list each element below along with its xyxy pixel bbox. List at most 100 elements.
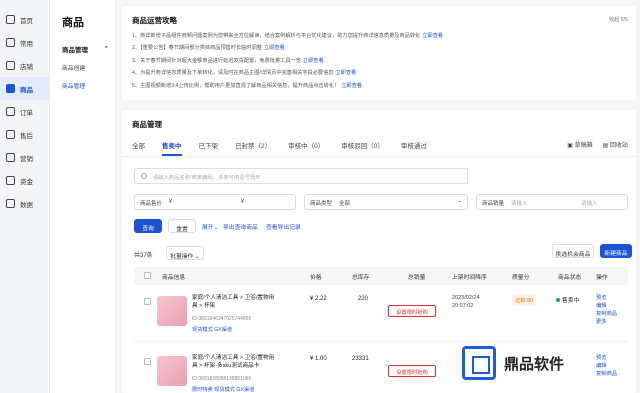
opportunity-products-button[interactable]: 挑选机会商品 bbox=[552, 244, 594, 258]
export-products-link[interactable]: 导出查询商品 bbox=[223, 222, 258, 231]
chevron-down-icon: ⌄ bbox=[213, 225, 219, 231]
brand-logo-icon bbox=[462, 346, 496, 380]
view-now-link[interactable]: 立即查看 bbox=[335, 70, 356, 76]
product-name[interactable]: 家庭/个人清洁工具 > 卫浴/置物用具 > 杯架-多sku测试商品卡 bbox=[192, 355, 276, 370]
main-content: 商品运营攻略 收起 5/5 1、商详新增子品组件商频问题案例为您带来全方位解读，… bbox=[118, 0, 640, 393]
set-flash-sale-button[interactable]: 设置限时抢购 bbox=[388, 365, 436, 377]
set-flash-sale-button[interactable]: 设置限时抢购 bbox=[388, 305, 436, 317]
sidebar-item-funds[interactable]: 资金 bbox=[0, 169, 49, 192]
wallet-icon bbox=[6, 176, 15, 185]
product-id: ID:3601828058135861065 bbox=[192, 376, 252, 382]
table-header: 商品信息 价格 总库存 总销量 上架时间降序 质量分 商品状态 操作 bbox=[134, 267, 628, 285]
drafts-button[interactable]: ▣ 草稿箱 bbox=[567, 140, 592, 149]
product-thumbnail[interactable] bbox=[157, 356, 187, 386]
price-range-filter[interactable]: 商品售价 ¥ ¥ bbox=[134, 194, 296, 210]
tab-off-shelf[interactable]: 已下架 bbox=[199, 140, 219, 156]
bag-icon bbox=[6, 84, 15, 93]
subnav-title: 商品 bbox=[62, 17, 84, 29]
select-all-checkbox[interactable] bbox=[144, 272, 151, 279]
table-row: 家庭/个人清洁工具 > 卫浴/置物用具 > 杯架 ID:360164634702… bbox=[134, 286, 628, 342]
divider bbox=[122, 156, 636, 157]
panel-tools: ▣ 草稿箱 ▤ 回收站 bbox=[567, 140, 628, 149]
row-actions: 预览 编辑 复制商品 bbox=[596, 354, 617, 378]
aftersale-icon bbox=[6, 130, 15, 139]
status-dot-icon bbox=[556, 298, 560, 302]
chevron-down-icon: ⌄ bbox=[457, 198, 462, 204]
tab-banned[interactable]: 已封禁（2） bbox=[235, 140, 271, 156]
store-icon bbox=[6, 61, 15, 70]
product-id: ID:3601646347025744969 bbox=[192, 316, 252, 322]
chevron-up-icon: ⌃ bbox=[103, 46, 109, 53]
row-actions: 预览 编辑 复制商品 更多 bbox=[596, 294, 617, 326]
home-icon bbox=[6, 15, 15, 24]
tab-approved[interactable]: 审核通过 bbox=[401, 140, 427, 156]
tab-reviewing[interactable]: 审核中（0） bbox=[288, 140, 324, 156]
subnav-item-manage[interactable]: 商品管理 bbox=[50, 72, 115, 90]
status-badge: 售卖中 bbox=[556, 295, 579, 304]
view-now-link[interactable]: 立即查看 bbox=[341, 83, 362, 89]
sidebar-item-marketing[interactable]: 营销 bbox=[0, 146, 49, 169]
product-thumbnail[interactable] bbox=[157, 296, 187, 326]
tab-all[interactable]: 全部 bbox=[132, 140, 145, 156]
panel-title: 商品管理 bbox=[132, 120, 162, 129]
collapse-button[interactable]: 收起 5/5 bbox=[609, 16, 628, 23]
price[interactable]: ¥ 1.00 bbox=[310, 356, 327, 362]
sub-navigation: 商品 商品管理 ⌃ 商品创建 商品管理 bbox=[50, 0, 116, 393]
query-button[interactable]: 查询 bbox=[134, 219, 162, 233]
product-name[interactable]: 家庭/个人清洁工具 > 卫浴/置物用具 > 杯架 bbox=[192, 295, 276, 310]
copy-product-link[interactable]: 复制商品 bbox=[596, 310, 617, 318]
export-records-link[interactable]: 查看导出记录 bbox=[266, 222, 301, 231]
sidebar-item-products[interactable]: 商品 bbox=[0, 77, 49, 100]
sidebar-item-home[interactable]: 首页 bbox=[0, 8, 49, 31]
row-checkbox[interactable] bbox=[144, 298, 151, 305]
status-tabs: 全部 售卖中 已下架 已封禁（2） 审核中（0） 审核驳回（0） 审核通过 bbox=[132, 140, 444, 156]
folder-icon bbox=[6, 38, 15, 47]
preview-link[interactable]: 预览 bbox=[596, 294, 617, 302]
batch-operation-button[interactable]: 批量操作 ⌄ bbox=[166, 246, 204, 260]
subnav-item-create[interactable]: 商品创建 bbox=[50, 54, 115, 72]
row-checkbox[interactable] bbox=[144, 358, 151, 365]
expand-link[interactable]: 展开⌄ bbox=[202, 222, 218, 231]
reset-button[interactable]: 重置 bbox=[168, 219, 196, 233]
notice-line: 1、商详新增子品组件商频问题案例为您带来全方位解读，结合案例解析与平台优化建议，… bbox=[132, 32, 443, 39]
brand-watermark: 鼎品软件 bbox=[462, 346, 564, 380]
trash-icon: ▤ bbox=[602, 143, 610, 149]
more-link[interactable]: 更多 bbox=[596, 318, 617, 326]
sidebar-item-orders[interactable]: 订单 bbox=[0, 100, 49, 123]
sidebar: 首页 常用 店铺 商品 订单 售后 营销 资金 数据 bbox=[0, 0, 50, 393]
stock[interactable]: 23331 bbox=[352, 356, 369, 362]
operation-guide-card: 商品运营攻略 收起 5/5 1、商详新增子品组件商频问题案例为您带来全方位解读，… bbox=[122, 6, 636, 100]
quality-score-badge: 达标 80 bbox=[512, 294, 536, 306]
tab-on-sale[interactable]: 售卖中 bbox=[162, 140, 182, 156]
sort-by-listing-time[interactable]: 上架时间降序 bbox=[452, 272, 487, 281]
product-tags: 现货模式 GX渠道 bbox=[192, 327, 233, 333]
draft-icon: ▣ bbox=[567, 143, 575, 149]
price[interactable]: ¥ 2.22 bbox=[310, 296, 327, 302]
edit-link[interactable]: 编辑 bbox=[596, 302, 617, 310]
notice-line: 3、关于春节期间针对超大金额商品进行延迟发货配置，免费批量工具一览 立即查看 bbox=[132, 57, 324, 64]
product-tags: 限时特卖 现货模式 GX渠道 bbox=[192, 387, 255, 393]
data-icon bbox=[6, 199, 15, 208]
sales-range-filter[interactable]: 商品销量 请输入 请输入 bbox=[476, 194, 628, 210]
preview-link[interactable]: 预览 bbox=[596, 354, 617, 362]
copy-product-link[interactable]: 复制商品 bbox=[596, 370, 617, 378]
view-now-link[interactable]: 立即查看 bbox=[422, 33, 443, 39]
sidebar-item-aftersale[interactable]: 售后 bbox=[0, 123, 49, 146]
sidebar-item-data[interactable]: 数据 bbox=[0, 192, 49, 215]
sidebar-item-common[interactable]: 常用 bbox=[0, 31, 49, 54]
new-product-button[interactable]: 新建商品 bbox=[600, 244, 632, 258]
search-icon bbox=[141, 173, 147, 179]
stock[interactable]: 220 bbox=[358, 296, 368, 302]
product-type-select[interactable]: 商品类型 全部 ⌄ bbox=[304, 194, 468, 210]
search-input[interactable]: 请输入商品名称/商家编码，多条可用逗号隔开 bbox=[134, 168, 468, 184]
tab-rejected[interactable]: 审核驳回（0） bbox=[341, 140, 384, 156]
total-count: 共37条 bbox=[134, 253, 153, 259]
sidebar-item-store[interactable]: 店铺 bbox=[0, 54, 49, 77]
recycle-bin-button[interactable]: ▤ 回收站 bbox=[603, 140, 628, 149]
listing-time: 2023/02/24 20:07:02 bbox=[452, 295, 480, 309]
edit-link[interactable]: 编辑 bbox=[596, 362, 617, 370]
subnav-group-product-management[interactable]: 商品管理 ⌃ bbox=[50, 30, 115, 54]
view-now-link[interactable]: 立即查看 bbox=[264, 45, 285, 51]
view-now-link[interactable]: 立即查看 bbox=[303, 58, 324, 64]
notice-title: 商品运营攻略 bbox=[132, 16, 177, 25]
